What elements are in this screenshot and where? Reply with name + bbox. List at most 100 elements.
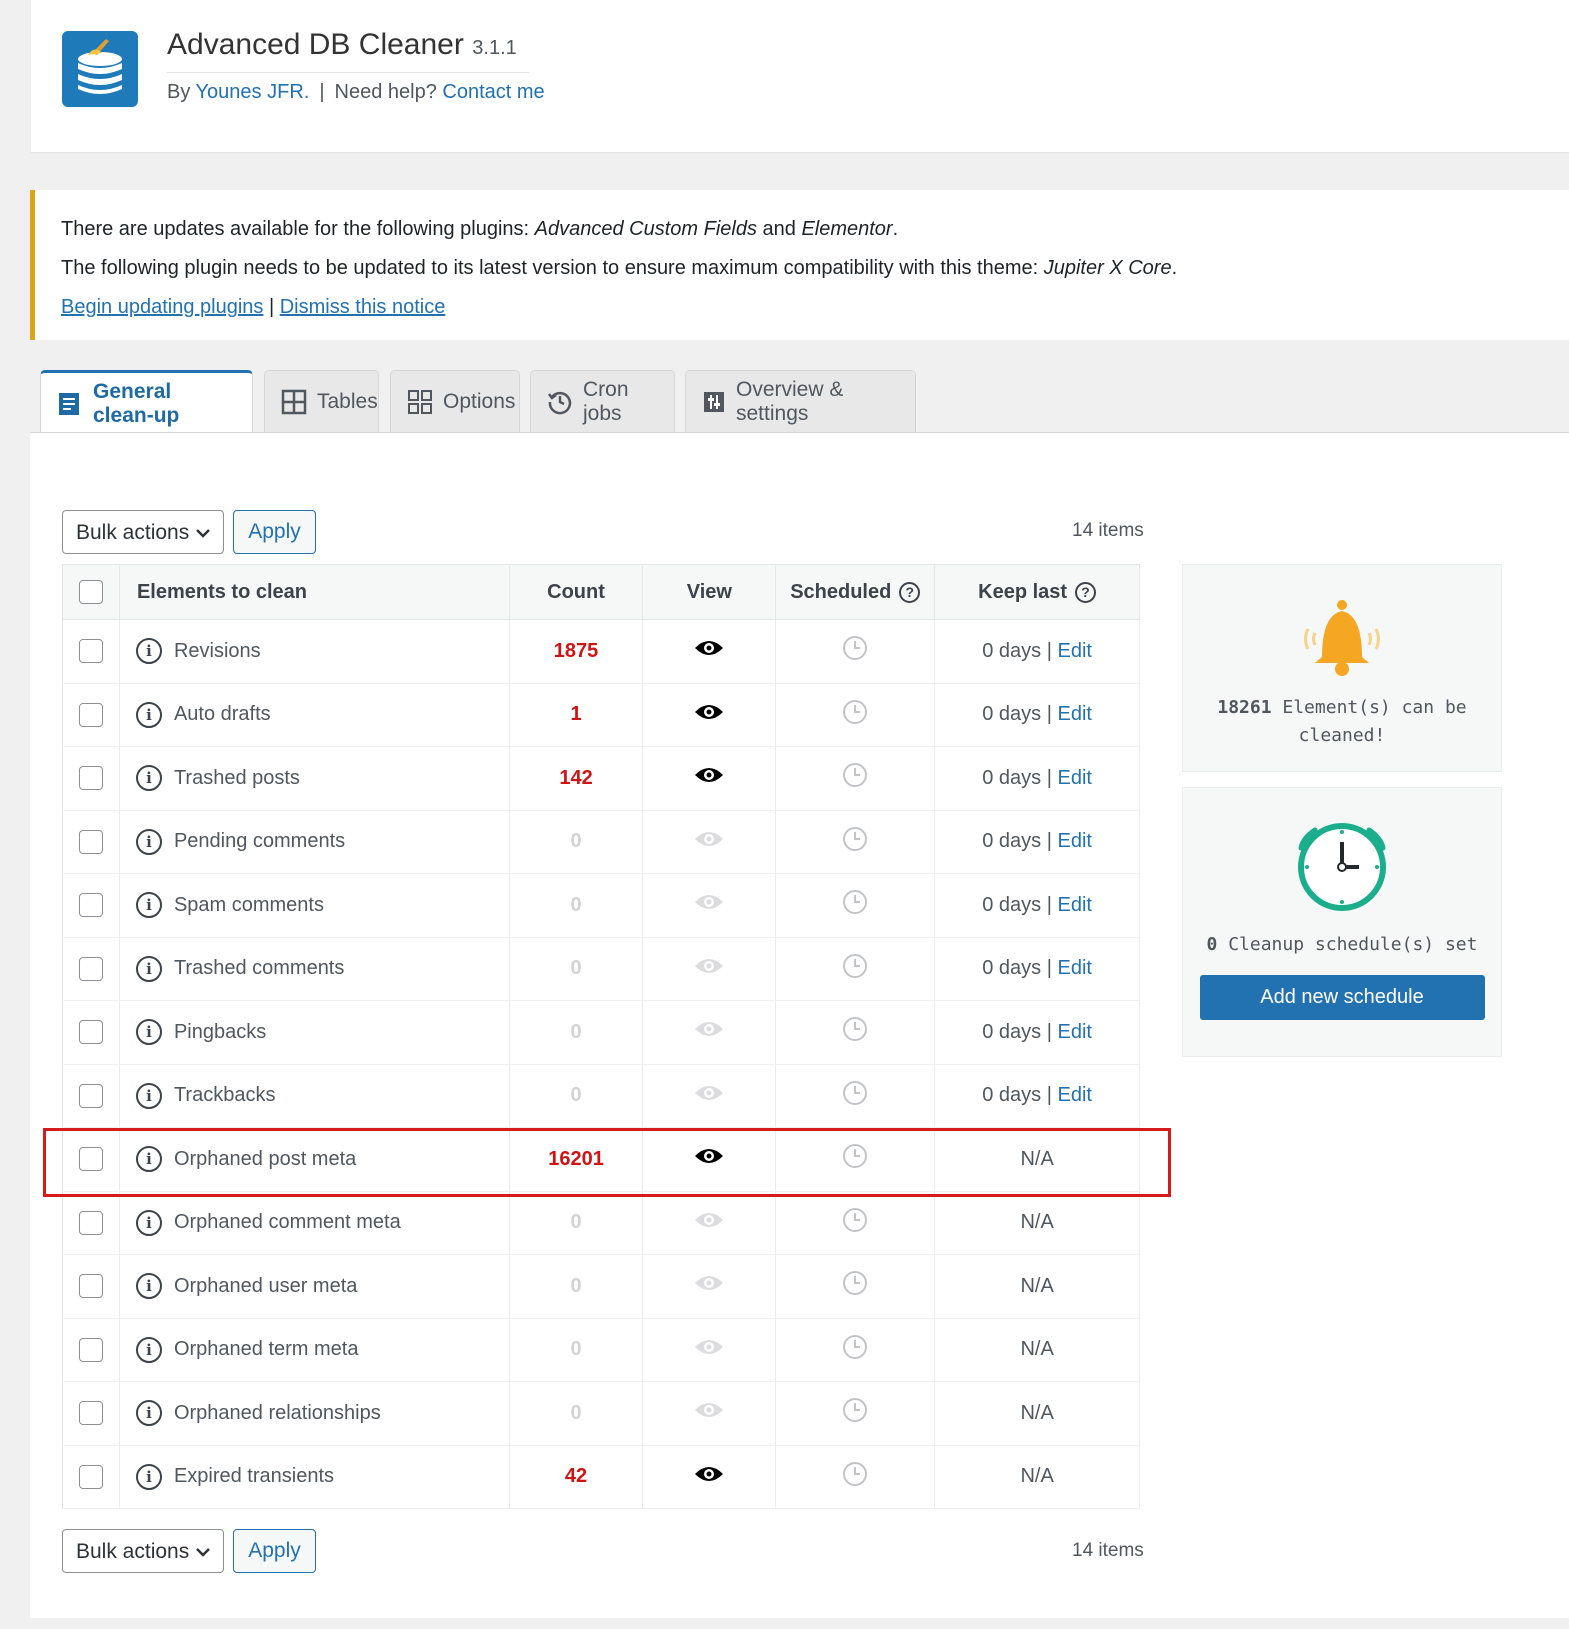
info-icon[interactable]: i [135,828,162,855]
help-icon[interactable]: ? [899,581,921,603]
col-scheduled: Scheduled? [775,564,936,620]
row-keep-cell: N/A [934,1445,1140,1509]
row-checkbox[interactable] [78,1083,103,1108]
element-name: Pending comments [173,830,346,853]
row-count-cell: 0 [509,1318,644,1382]
keep-last-separator: | [1046,703,1052,726]
tab-label: Tables [317,390,378,413]
eye-icon [695,1022,724,1037]
row-checkbox[interactable] [78,639,103,664]
row-check-cell [62,1191,120,1255]
info-icon[interactable]: i [135,892,162,919]
tab-options[interactable]: Options [390,370,520,433]
dismiss-notice-link[interactable]: Dismiss this notice [280,296,446,318]
row-scheduled-cell [775,619,936,684]
notice-links: Begin updating plugins | Dismiss this no… [61,296,1569,318]
eye-icon[interactable] [693,1464,725,1484]
row-scheduled-cell [775,683,936,747]
row-checkbox[interactable] [78,702,103,727]
row-checkbox[interactable] [78,1337,103,1362]
element-name: Trashed posts [173,766,300,789]
element-count: 0 [570,1401,582,1424]
row-checkbox[interactable] [78,1274,103,1299]
apply-button-top[interactable]: Apply [233,510,316,554]
row-scheduled-cell [775,1127,936,1192]
info-icon[interactable]: i [135,638,162,665]
keep-last-edit-link[interactable]: Edit [1058,1084,1092,1106]
tab-label: Overview & settings [736,378,844,425]
clock-icon [843,1144,868,1169]
row-checkbox[interactable] [78,766,103,791]
row-scheduled-cell [775,810,936,874]
eye-icon[interactable] [693,702,725,722]
keep-last-edit-link[interactable]: Edit [1058,830,1092,852]
info-icon[interactable]: i [135,1400,162,1427]
row-checkbox[interactable] [78,829,103,854]
contact-link[interactable]: Contact me [442,81,544,103]
bulk-actions-select-top[interactable]: Bulk actions [62,510,224,554]
keep-last-edit-link[interactable]: Edit [1058,640,1092,662]
keep-last-separator: | [1046,639,1052,662]
row-count-cell: 1 [509,683,644,747]
info-icon[interactable]: i [135,1336,162,1363]
info-icon[interactable]: i [135,765,162,792]
row-view-cell [642,1254,777,1319]
byline-separator: | [319,81,325,103]
tab-tables[interactable]: Tables [264,370,379,433]
clock-icon [843,1271,868,1296]
row-check-cell [62,746,120,811]
row-name-cell: i Pingbacks [119,1000,510,1065]
element-count: 1875 [553,639,599,662]
info-icon[interactable]: i [135,1146,162,1173]
keep-last-na: N/A [1020,1147,1054,1170]
row-checkbox[interactable] [78,956,103,981]
table-row: i Trashed posts 142 0 days | Edit [62,746,1140,811]
row-check-cell [62,937,120,1001]
keep-last-separator: | [1046,957,1052,980]
keep-last-edit-link[interactable]: Edit [1058,957,1092,979]
col-count: Count [509,564,644,620]
row-checkbox[interactable] [78,1401,103,1426]
row-scheduled-cell [775,937,936,1001]
element-name: Trashed comments [173,957,345,980]
help-icon[interactable]: ? [1075,581,1097,603]
tab-label: Options [443,390,516,413]
eye-icon [695,1085,724,1100]
tab-general-cleanup[interactable]: General clean-up [40,370,253,434]
info-icon[interactable]: i [135,1273,162,1300]
info-icon[interactable]: i [135,1209,162,1236]
info-icon[interactable]: i [135,955,162,982]
info-icon[interactable]: i [135,701,162,728]
row-name-cell: i Trashed posts [119,746,510,811]
keep-last-edit-link[interactable]: Edit [1058,767,1092,789]
keep-last-edit-link[interactable]: Edit [1058,1021,1092,1043]
info-icon[interactable]: i [135,1463,162,1490]
author-link[interactable]: Younes JFR. [196,81,310,103]
eye-icon[interactable] [693,638,725,658]
table-row: i Orphaned post meta 16201 N/A [62,1127,1140,1192]
tab-label: General clean-up [93,379,180,427]
tab-cron-jobs[interactable]: Cron jobs [530,370,675,433]
row-checkbox[interactable] [78,1147,103,1172]
eye-icon[interactable] [693,1146,725,1166]
begin-updating-link[interactable]: Begin updating plugins [61,296,263,318]
element-name: Orphaned relationships [173,1401,381,1424]
row-checkbox[interactable] [78,893,103,918]
bulk-actions-select-bottom[interactable]: Bulk actions [62,1529,224,1573]
row-checkbox[interactable] [78,1020,103,1045]
keep-last-days: 0 days [982,830,1042,853]
info-icon[interactable]: i [135,1082,162,1109]
add-schedule-button[interactable]: Add new schedule [1199,975,1485,1020]
eye-icon[interactable] [693,765,725,785]
bell-icon [1304,600,1380,676]
help-label: Need help? [334,81,437,103]
keep-last-edit-link[interactable]: Edit [1058,894,1092,916]
row-checkbox[interactable] [78,1464,103,1489]
row-checkbox[interactable] [78,1210,103,1235]
apply-button-bottom[interactable]: Apply [233,1529,316,1573]
table-row: i Trackbacks 0 0 days | Edit [62,1064,1140,1128]
keep-last-edit-link[interactable]: Edit [1058,703,1092,725]
tab-overview-settings[interactable]: Overview & settings [685,370,916,433]
select-all-checkbox[interactable] [78,580,103,604]
info-icon[interactable]: i [135,1019,162,1046]
